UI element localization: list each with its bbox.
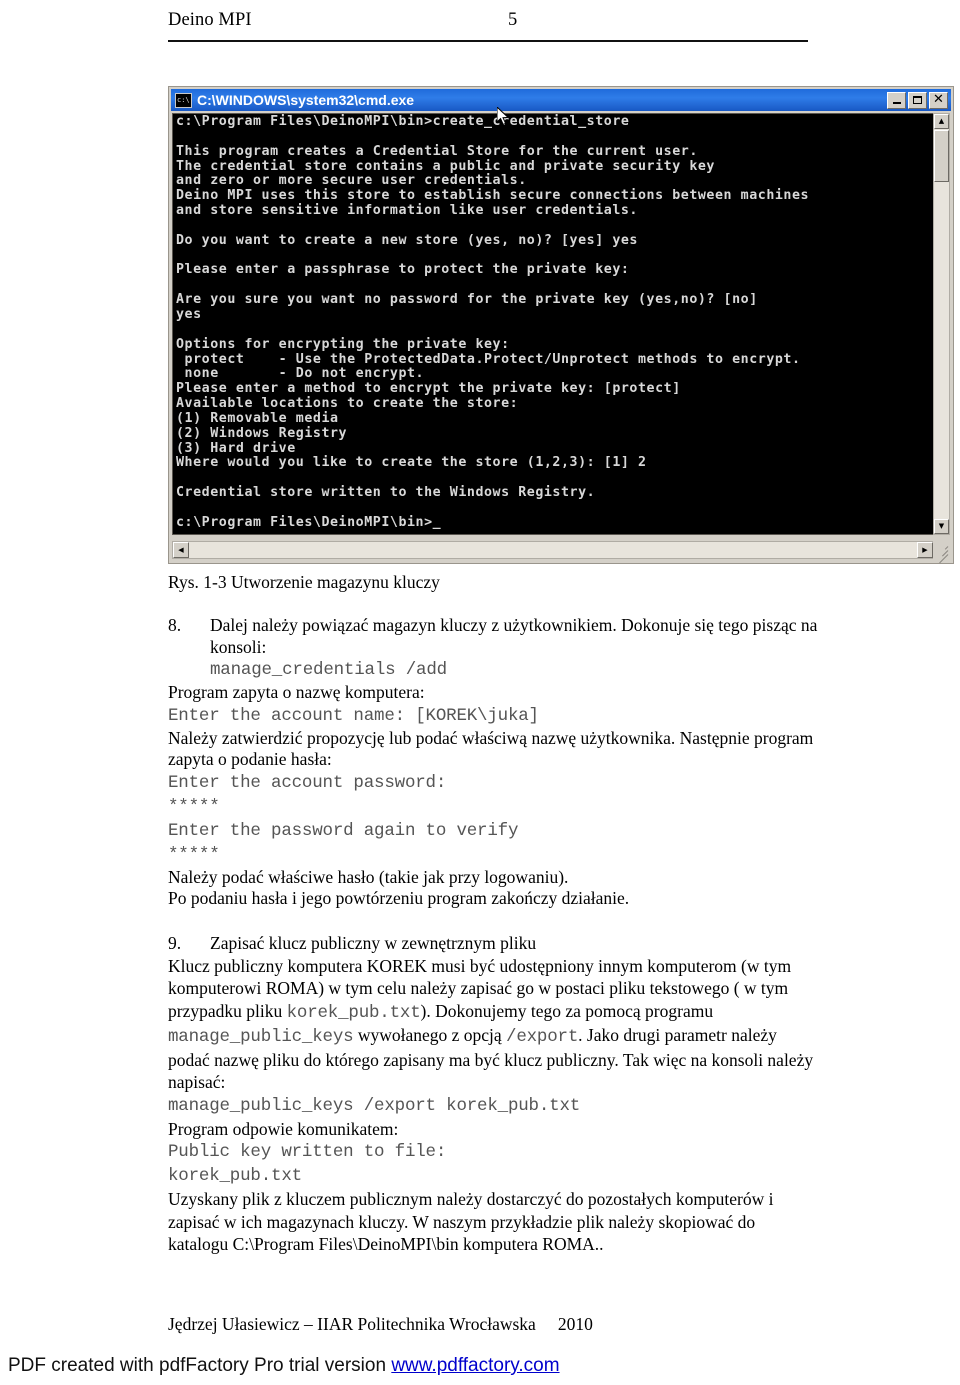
list-item: 9. Zapisać klucz publiczny w zewnętrznym…: [168, 932, 818, 955]
item-8-text-1: Dalej należy powiązać magazyn kluczy z u…: [210, 615, 818, 657]
console-titlebar[interactable]: C:\WINDOWS\system32\cmd.exe ✕: [171, 89, 951, 111]
scroll-up-icon[interactable]: ▲: [934, 114, 949, 129]
item-8-code-5: Enter the password again to verify: [168, 820, 519, 841]
item-8-code-4: *****: [168, 796, 220, 817]
console-output-area[interactable]: c:\Program Files\DeinoMPI\bin>create_cre…: [172, 113, 934, 535]
console-window[interactable]: C:\WINDOWS\system32\cmd.exe ✕ c:\Program…: [168, 86, 954, 564]
item-9-inline-code-3: /export: [506, 1027, 579, 1047]
close-button[interactable]: ✕: [929, 91, 948, 109]
figure-caption: Rys. 1-3 Utworzenie magazynu kluczy: [168, 572, 440, 592]
document-footer: Jędrzej Ułasiewicz – IIAR Politechnika W…: [168, 1314, 818, 1335]
console-vertical-scrollbar[interactable]: ▲ ▼: [933, 113, 950, 535]
item-8-text-5: Po podaniu hasła i jego powtórzeniu prog…: [168, 888, 630, 908]
console-title-text: C:\WINDOWS\system32\cmd.exe: [197, 92, 415, 108]
item-9-para-1b: ). Dokonujemy tego za pomocą programu: [420, 1000, 714, 1021]
console-icon: [175, 92, 192, 108]
pdffactory-footer: PDF created with pdfFactory Pro trial ve…: [8, 1355, 952, 1377]
item-8-text-3: Należy zatwierdzić propozycję lub podać …: [168, 727, 814, 770]
maximize-button[interactable]: [908, 91, 927, 109]
item-8-code-1: manage_credentials /add: [210, 660, 447, 680]
item-9-inline-code-1: korek_pub.txt: [286, 1002, 421, 1023]
header-divider: [168, 40, 808, 42]
scroll-down-icon[interactable]: ▼: [934, 519, 949, 534]
item-9-inline-code-2: manage_public_keys: [168, 1027, 354, 1047]
item-9-number: 9.: [168, 933, 182, 953]
page-header: Deino MPI 5: [168, 10, 808, 40]
item-8-block: 8. Dalej należy powiązać magazyn kluczy …: [168, 608, 818, 910]
console-output-text: c:\Program Files\DeinoMPI\bin>create_cre…: [176, 114, 810, 530]
item-8-text-2: Program zapyta o nazwę komputera:: [168, 682, 425, 702]
item-9-paragraph-2: Uzyskany plik z kluczem publicznym należ…: [168, 1189, 774, 1254]
pdffactory-link[interactable]: www.pdffactory.com: [391, 1355, 559, 1376]
item-8-text-4: Należy podać właściwe hasło (takie jak p…: [168, 866, 569, 887]
item-9-text-2: Program odpowie komunikatem:: [168, 1118, 399, 1139]
item-8-code-2: Enter the account name: [KOREK\juka]: [168, 705, 539, 726]
item-9-code-1: manage_public_keys /export korek_pub.txt: [168, 1095, 581, 1116]
item-8-code-3: Enter the account password:: [168, 772, 447, 793]
item-8-code-6: *****: [168, 844, 220, 865]
item-8-number: 8.: [168, 615, 182, 635]
vertical-scroll-thumb[interactable]: [934, 130, 949, 182]
item-9-title: Zapisać klucz publiczny w zewnętrznym pl…: [210, 933, 537, 953]
pdffactory-text: PDF created with pdfFactory Pro trial ve…: [8, 1355, 392, 1376]
footer-author: Jędrzej Ułasiewicz – IIAR Politechnika W…: [168, 1314, 536, 1334]
scroll-left-icon[interactable]: ◀: [173, 542, 189, 558]
item-9-code-2: Public key written to file:: [168, 1142, 447, 1162]
minimize-button[interactable]: [887, 91, 906, 109]
window-resize-grip[interactable]: [933, 541, 950, 564]
page-number: 5: [508, 10, 518, 30]
window-controls: ✕: [887, 91, 949, 109]
document-title: Deino MPI: [168, 10, 252, 30]
scroll-right-icon[interactable]: ▶: [917, 542, 933, 558]
item-9-para-1c: wywołanego z opcją: [353, 1025, 507, 1045]
item-9-paragraph-1: Klucz publiczny komputera KOREK musi być…: [168, 955, 818, 1094]
footer-year: 2010: [557, 1314, 593, 1334]
list-item: 8. Dalej należy powiązać magazyn kluczy …: [168, 615, 818, 658]
console-horizontal-scrollbar[interactable]: ◀ ▶: [172, 541, 934, 559]
item-9-code-3: korek_pub.txt: [168, 1166, 302, 1186]
item-9-block: 9. Zapisać klucz publiczny w zewnętrznym…: [168, 932, 818, 1256]
